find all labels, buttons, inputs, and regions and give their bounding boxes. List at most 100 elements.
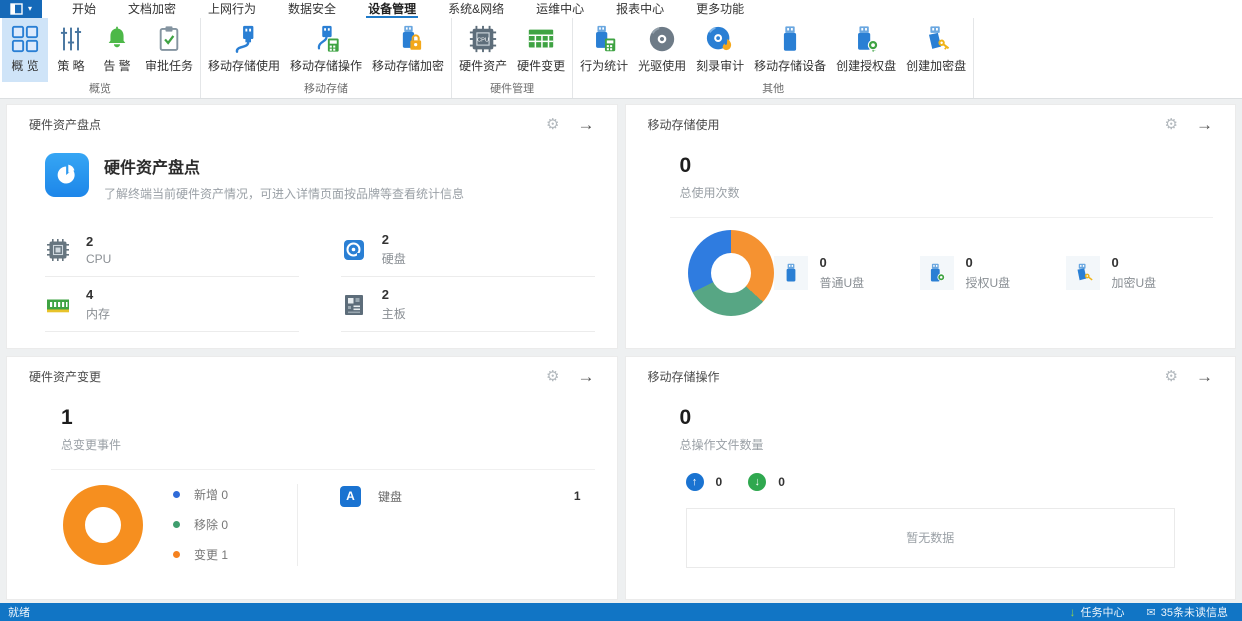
- usb-cable-icon: [229, 20, 259, 58]
- tab-ops-center[interactable]: 运维中心: [520, 0, 600, 18]
- disc-burn-icon: [705, 20, 735, 58]
- upload-download-stats: ↑ 0 ↓ 0: [686, 473, 1214, 491]
- ribbon-button-create-authorized-disk[interactable]: 创建授权盘: [831, 18, 901, 82]
- tab-device-management[interactable]: 设备管理: [352, 0, 432, 18]
- app-menu-button[interactable]: ▾: [0, 0, 42, 18]
- detail-arrow-icon[interactable]: →: [578, 116, 595, 133]
- detail-arrow-icon[interactable]: →: [578, 368, 595, 385]
- ribbon-group-other: 行为统计 光驱使用: [573, 18, 974, 98]
- card-mobile-storage-usage: 移动存储使用 ⚙ → 0 总使用次数: [625, 104, 1237, 349]
- legend-added: 新增 0: [173, 486, 281, 503]
- clipboard-check-icon: [155, 20, 183, 58]
- upload-arrow-icon: ↑: [686, 473, 704, 491]
- card-title: 硬件资产盘点: [29, 116, 101, 133]
- stat-cpu: 2 CPU: [45, 225, 299, 277]
- ribbon-toolbar: 概 览 策 略: [0, 18, 1242, 99]
- list-item-keyboard: A 键盘 1: [340, 484, 581, 507]
- tab-internet-behavior[interactable]: 上网行为: [192, 0, 272, 18]
- cpu-chip-icon: CPU: [468, 20, 498, 58]
- window-icon: [10, 3, 25, 15]
- keyboard-a-icon: A: [340, 486, 361, 507]
- download-icon: ↓: [1070, 605, 1076, 619]
- menu-bar: ▾ 开始 文档加密 上网行为 数据安全 设备管理 系统&网络 运维中心 报表中心…: [0, 0, 1242, 18]
- total-operation-count: 0: [680, 406, 1214, 430]
- hard-disk-icon: [341, 237, 367, 263]
- total-change-count: 1: [61, 406, 595, 430]
- settings-gear-icon[interactable]: ⚙: [1165, 369, 1178, 384]
- status-ready: 就绪: [8, 604, 30, 620]
- memory-icon: [45, 292, 71, 318]
- ribbon-button-hardware-change[interactable]: 硬件变更: [512, 18, 570, 82]
- usage-donut-chart: [688, 230, 774, 316]
- menu-tabs: 开始 文档加密 上网行为 数据安全 设备管理 系统&网络 运维中心 报表中心 更…: [56, 0, 760, 18]
- tab-start[interactable]: 开始: [56, 0, 112, 18]
- usb-stick-icon: [775, 20, 805, 58]
- ribbon-button-storage-operation[interactable]: 移动存储操作: [285, 18, 367, 82]
- ribbon-button-policy[interactable]: 策 略: [48, 18, 94, 82]
- change-item-list: A 键盘 1: [340, 484, 581, 507]
- ribbon-button-storage-usage[interactable]: 移动存储使用: [203, 18, 285, 82]
- legend-removed: 移除 0: [173, 516, 281, 533]
- motherboard-icon: [341, 292, 367, 318]
- download-arrow-icon: ↓: [748, 473, 766, 491]
- ribbon-button-overview[interactable]: 概 览: [2, 18, 48, 82]
- ribbon-button-alert[interactable]: 告 警: [94, 18, 140, 82]
- unread-messages-button[interactable]: ✉ 35条未读信息: [1147, 604, 1228, 620]
- ribbon-button-create-encrypted-disk[interactable]: 创建加密盘: [901, 18, 971, 82]
- disc-icon: [647, 20, 677, 58]
- ribbon-group-mobile-storage: 移动存储使用 移动存储操作: [201, 18, 452, 98]
- ribbon-group-label: 硬件管理: [452, 82, 572, 98]
- ribbon-group-label: 其他: [573, 82, 973, 98]
- task-center-button[interactable]: ↓ 任务中心: [1070, 604, 1125, 620]
- card-title: 移动存储操作: [648, 368, 720, 385]
- legend-authorized-usb: 0 授权U盘: [920, 255, 1066, 291]
- empty-data-placeholder: 暂无数据: [686, 508, 1176, 568]
- tab-more-features[interactable]: 更多功能: [680, 0, 760, 18]
- change-donut-chart: [63, 485, 143, 565]
- app-window: ▾ 开始 文档加密 上网行为 数据安全 设备管理 系统&网络 运维中心 报表中心…: [0, 0, 1242, 621]
- tab-system-network[interactable]: 系统&网络: [432, 0, 520, 18]
- hardware-stats: 2 CPU 2 硬盘: [45, 222, 595, 332]
- total-usage-count: 0: [680, 154, 1214, 178]
- legend-encrypted-usb: 0 加密U盘: [1066, 255, 1212, 291]
- tab-doc-encryption[interactable]: 文档加密: [112, 0, 192, 18]
- ribbon-button-burn-audit[interactable]: 刻录审计: [691, 18, 749, 82]
- grid-icon: [11, 20, 39, 58]
- usb-stats-icon: [589, 20, 619, 58]
- legend-normal-usb: 0 普通U盘: [774, 255, 920, 291]
- card-hardware-inventory: 硬件资产盘点 ⚙ → 硬件资产盘点 了解终端当前硬件资产情况，可进入详情页面按品…: [6, 104, 618, 349]
- pie-chart-app-icon: [45, 153, 89, 197]
- ribbon-group-label: 概览: [0, 82, 200, 98]
- hardware-grid-icon: [526, 20, 556, 58]
- hero-description: 了解终端当前硬件资产情况，可进入详情页面按品牌等查看统计信息: [104, 185, 464, 202]
- usb-lock-icon: [393, 20, 423, 58]
- settings-gear-icon[interactable]: ⚙: [1165, 117, 1178, 132]
- svg-text:CPU: CPU: [477, 37, 489, 43]
- ribbon-button-approval-tasks[interactable]: 审批任务: [140, 18, 198, 82]
- ribbon-button-optical-usage[interactable]: 光驱使用: [633, 18, 691, 82]
- detail-arrow-icon[interactable]: →: [1196, 116, 1213, 133]
- tab-data-security[interactable]: 数据安全: [272, 0, 352, 18]
- legend-changed: 变更 1: [173, 546, 281, 563]
- usb-encrypted-icon: [1066, 256, 1100, 290]
- usb-calculator-icon: [311, 20, 341, 58]
- stat-motherboard: 2 主板: [341, 280, 595, 332]
- vertical-divider: [297, 484, 298, 566]
- ribbon-button-storage-encryption[interactable]: 移动存储加密: [367, 18, 449, 82]
- ribbon-button-behavior-stats[interactable]: 行为统计: [575, 18, 633, 82]
- card-mobile-storage-operation: 移动存储操作 ⚙ → 0 总操作文件数量 ↑ 0 ↓ 0 暂无数据: [625, 356, 1237, 601]
- tab-report-center[interactable]: 报表中心: [600, 0, 680, 18]
- sliders-icon: [57, 20, 85, 58]
- ribbon-button-storage-device[interactable]: 移动存储设备: [749, 18, 831, 82]
- detail-arrow-icon[interactable]: →: [1196, 368, 1213, 385]
- ribbon-button-hardware-assets[interactable]: CPU 硬件资产: [454, 18, 512, 82]
- upload-stat: ↑ 0: [686, 473, 723, 491]
- settings-gear-icon[interactable]: ⚙: [546, 369, 559, 384]
- dashboard-grid: 硬件资产盘点 ⚙ → 硬件资产盘点 了解终端当前硬件资产情况，可进入详情页面按品…: [0, 99, 1242, 603]
- cpu-icon: [45, 237, 71, 263]
- card-title: 硬件资产变更: [29, 368, 101, 385]
- ribbon-group-overview: 概 览 策 略: [0, 18, 201, 98]
- settings-gear-icon[interactable]: ⚙: [546, 117, 559, 132]
- card-title: 移动存储使用: [648, 116, 720, 133]
- usb-plain-icon: [774, 256, 808, 290]
